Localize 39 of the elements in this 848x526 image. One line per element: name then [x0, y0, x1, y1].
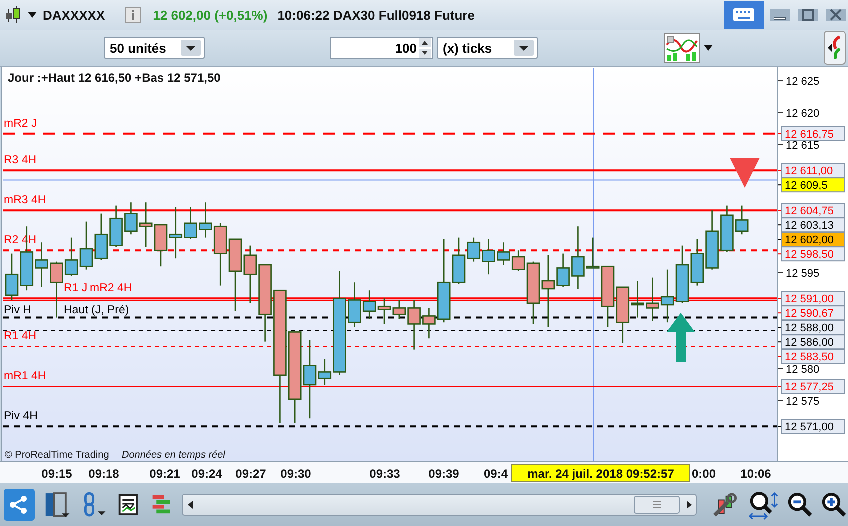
axis-tick-label: 12 615 [778, 140, 820, 152]
instrument-description: 10:06:22 DAX30 Full0918 Future [278, 8, 475, 22]
level-label: R1 J [64, 282, 88, 295]
axis-tick-label: 12 595 [778, 268, 820, 280]
time-label: 0:00 [692, 467, 716, 481]
axis-tick-label: 12 575 [778, 396, 820, 408]
level-label: Haut (J, Pré) [64, 304, 130, 316]
y-tick-label: 12 620 [786, 108, 820, 120]
time-label: 09:15 [42, 467, 72, 481]
level-label: mR1 4H [4, 370, 46, 383]
time-label: 09:33 [370, 467, 400, 481]
axis-tick-label: 12 620 [778, 108, 820, 120]
level-label: mR3 4H [4, 194, 46, 207]
axis-tick-label: 12 625 [778, 76, 820, 88]
y-tick-label: 12 575 [786, 396, 820, 408]
time-label: 09:21 [150, 467, 180, 481]
time-label: 09:18 [88, 467, 120, 481]
time-label: 09:24 [192, 467, 222, 481]
price-change: 12 602,00 (+0,51%) [153, 8, 268, 22]
level-label: R3 4H [4, 154, 37, 167]
y-tick-label: 12 625 [786, 76, 820, 88]
y-tick-label: 12 615 [786, 140, 820, 152]
time-label: 09:27 [236, 467, 266, 481]
cursor-date-tag: mar. 24 juil. 2018 09:52:57 [512, 464, 690, 482]
time-label: 09:30 [280, 467, 312, 481]
time-label: 09:39 [428, 467, 460, 481]
level-label: mR2 4H [90, 282, 132, 295]
axis-tick-label: 12 580 [778, 364, 820, 376]
data-note: Données en temps réel [122, 450, 226, 461]
copyright-text: © ProRealTime Trading [5, 450, 110, 461]
level-label: mR2 J [4, 118, 38, 130]
y-tick-label: 12 595 [786, 268, 820, 280]
chart-header: Jour :+Haut 12 616,50 +Bas 12 571,50 [8, 71, 221, 85]
level-label: R1 4H [4, 330, 37, 343]
y-tick-label: 12 580 [786, 364, 820, 376]
level-label: Piv H [4, 304, 32, 316]
level-label: Piv 4H [4, 410, 38, 423]
time-label: 09:4 [484, 467, 508, 481]
time-label: 10:06 [740, 467, 772, 481]
